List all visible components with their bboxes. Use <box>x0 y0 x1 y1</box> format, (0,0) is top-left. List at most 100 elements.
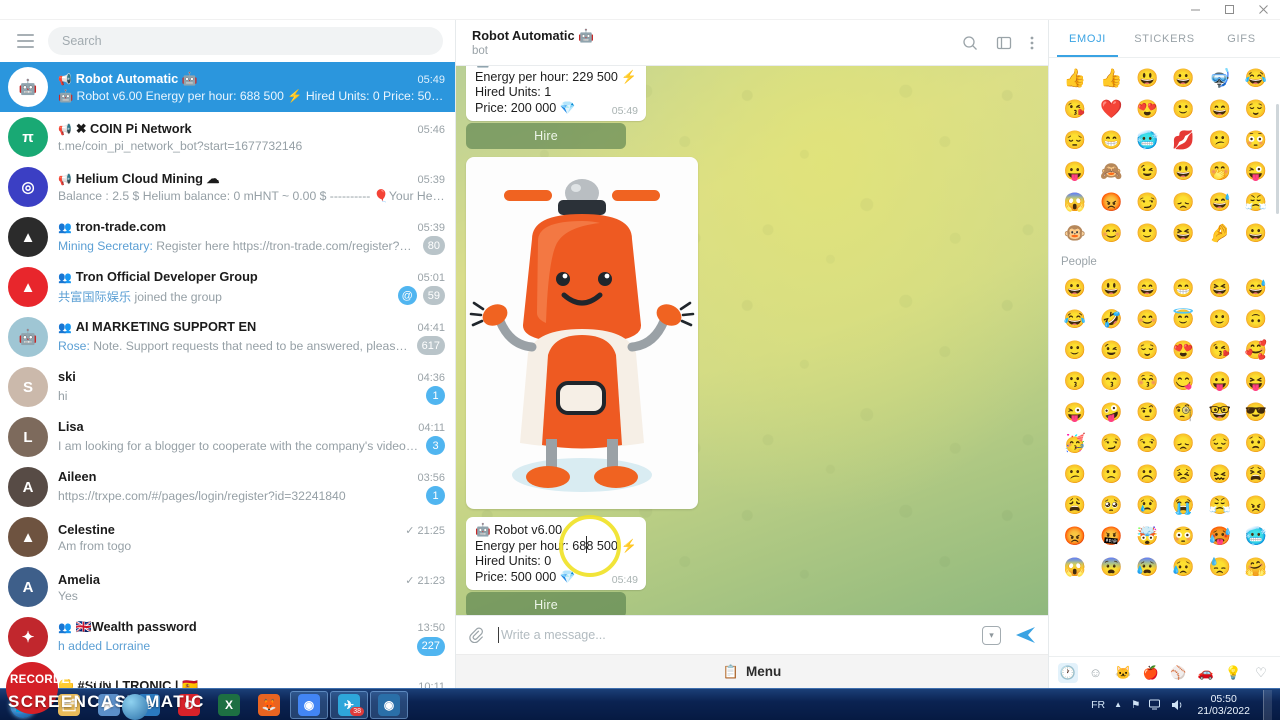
avatar[interactable]: 🤖 <box>8 317 48 357</box>
emoji-cell[interactable]: 🤨 <box>1129 396 1165 427</box>
taskbar-apps[interactable]: 🗂 ▶ e O X 🦊 ◉ ✈ 38 ◉ <box>46 690 408 719</box>
emoji-cell[interactable]: 😨 <box>1093 551 1129 582</box>
emoji-cell[interactable]: 😝 <box>1238 365 1274 396</box>
avatar[interactable]: ✦ <box>8 617 48 657</box>
volume-icon[interactable] <box>1171 699 1184 711</box>
emoji-cell[interactable]: 😌 <box>1129 334 1165 365</box>
show-desktop-button[interactable] <box>1263 689 1272 720</box>
emoji-cell[interactable]: 🥺 <box>1093 489 1129 520</box>
emoji-cell[interactable]: 🤗 <box>1238 551 1274 582</box>
emoji-scroll-area[interactable]: 👍 👍 😃 😀 🤿 😂 😘 ❤️ 😍 🙂 😄 😌 😔 😁 🥶 💋 😕 😳 😛 🙈 😉 😃 🤭 😜 😱 😡 😏 😞 😅 😤 🐵 😊 🙂 😆 🤌 😀 Pe… <box>1049 58 1280 656</box>
chat-list-item[interactable]: ▲ 👥 tron-trade.com 05:39 Mining Secretary: R… <box>0 212 455 262</box>
tray-language[interactable]: FR <box>1091 699 1105 711</box>
emoji-cell[interactable]: 😃 <box>1093 272 1129 303</box>
sports-category-icon[interactable]: ⚾ <box>1168 663 1188 683</box>
emoji-cell[interactable]: 😀 <box>1057 272 1093 303</box>
emoji-cell[interactable]: 😆 <box>1166 217 1202 248</box>
emoji-cell[interactable]: 😎 <box>1238 396 1274 427</box>
emoji-cell[interactable]: 😀 <box>1238 217 1274 248</box>
emoji-cell[interactable]: ❤️ <box>1093 93 1129 124</box>
close-button[interactable] <box>1246 0 1280 20</box>
emoji-cell[interactable]: 😠 <box>1238 489 1274 520</box>
emoji-cell[interactable]: 😓 <box>1202 551 1238 582</box>
message-scroll[interactable]: 🤖 Robot v5.00 Energy per hour: 229 500 ⚡… <box>456 66 1048 615</box>
emoji-cell[interactable]: 😅 <box>1238 272 1274 303</box>
chat-list-item[interactable]: π 📢 ✖ COIN Pi Network 05:46 t.me/coin_pi_net… <box>0 112 455 162</box>
search-input[interactable]: Search <box>48 27 443 55</box>
avatar[interactable]: ▲ <box>8 267 48 307</box>
emoji-panel-tabs[interactable]: EMOJI STICKERS GIFS <box>1049 20 1280 58</box>
emoji-cell[interactable]: 😜 <box>1238 155 1274 186</box>
emoji-cell[interactable]: 😉 <box>1093 334 1129 365</box>
animals-category-icon[interactable]: 🐱 <box>1113 663 1133 683</box>
symbols-category-icon[interactable]: ♡ <box>1251 663 1271 683</box>
emoji-cell[interactable]: 😤 <box>1238 186 1274 217</box>
emoji-cell[interactable]: 😚 <box>1129 365 1165 396</box>
avatar[interactable]: ★ <box>8 667 48 688</box>
emoji-cell[interactable]: 🤪 <box>1093 396 1129 427</box>
hire-button[interactable]: Hire <box>466 123 626 149</box>
chat-list-item[interactable]: ▲ Celestine ✓ 21:25 Am from togo <box>0 512 455 562</box>
emoji-cell[interactable]: 😕 <box>1057 458 1093 489</box>
emoji-cell[interactable]: 😍 <box>1166 334 1202 365</box>
taskbar-recorder[interactable]: ◉ <box>370 690 408 719</box>
emoji-tab-gifs[interactable]: GIFS <box>1203 20 1280 57</box>
emoji-tab-stickers[interactable]: STICKERS <box>1126 20 1203 57</box>
message-input[interactable]: Write a message... <box>498 627 982 643</box>
emoji-cell[interactable]: 😉 <box>1129 155 1165 186</box>
emoji-cell[interactable]: 😞 <box>1166 186 1202 217</box>
emoji-cell[interactable]: 😢 <box>1129 489 1165 520</box>
chat-list-item[interactable]: 🤖 👥 AI MARKETING SUPPORT EN 04:41 Rose: Note… <box>0 312 455 362</box>
taskbar-media-player[interactable]: ▶ <box>90 691 128 719</box>
emoji-cell[interactable]: 🥶 <box>1129 124 1165 155</box>
search-icon[interactable] <box>962 35 978 51</box>
emoji-cell[interactable]: 😟 <box>1238 427 1274 458</box>
emoji-cell[interactable]: 😛 <box>1202 365 1238 396</box>
emoji-cell[interactable]: 🙂 <box>1166 93 1202 124</box>
taskbar-telegram[interactable]: ✈ 38 <box>330 690 368 719</box>
chat-list-item[interactable]: ★ 🟡 #SUN | TRONIC | 🇪🇸 10:11 <box>0 662 455 688</box>
emoji-cell[interactable]: 😋 <box>1166 365 1202 396</box>
emoji-cell[interactable]: 😀 <box>1166 62 1202 93</box>
emoji-cell[interactable]: 😡 <box>1093 186 1129 217</box>
avatar[interactable]: S <box>8 367 48 407</box>
emoji-cell[interactable]: 🐵 <box>1057 217 1093 248</box>
emoji-cell[interactable]: 🙈 <box>1093 155 1129 186</box>
emoji-cell[interactable]: 😍 <box>1129 93 1165 124</box>
avatar[interactable]: π <box>8 117 48 157</box>
emoji-cell[interactable]: 😤 <box>1202 489 1238 520</box>
emoji-cell[interactable]: 😗 <box>1057 365 1093 396</box>
emoji-cell[interactable]: 😁 <box>1093 124 1129 155</box>
emoji-cell[interactable]: 😕 <box>1202 124 1238 155</box>
emoji-cell[interactable]: 🥵 <box>1202 520 1238 551</box>
emoji-cell[interactable]: 😘 <box>1057 93 1093 124</box>
taskbar-firefox[interactable]: 🦊 <box>250 691 288 719</box>
chat-list-item[interactable]: ▲ 👥 Tron Official Developer Group 05:01 共富国际… <box>0 262 455 312</box>
more-options-icon[interactable] <box>1030 35 1034 51</box>
emoji-cell[interactable]: 😏 <box>1093 427 1129 458</box>
emoji-cell[interactable]: 😃 <box>1166 155 1202 186</box>
emoji-cell[interactable]: 😰 <box>1129 551 1165 582</box>
emoji-cell[interactable]: 👍 <box>1057 62 1093 93</box>
emoji-cell[interactable]: 😒 <box>1129 427 1165 458</box>
emoji-toggle-icon[interactable]: ▾ <box>982 625 1001 645</box>
avatar[interactable]: L <box>8 417 48 457</box>
hire-button[interactable]: Hire <box>466 592 626 615</box>
send-icon[interactable] <box>1015 626 1036 644</box>
emoji-cell[interactable]: 🤯 <box>1129 520 1165 551</box>
emoji-cell[interactable]: 🙂 <box>1129 217 1165 248</box>
emoji-cell[interactable]: 🙃 <box>1238 303 1274 334</box>
emoji-cell[interactable]: 😩 <box>1057 489 1093 520</box>
chat-list-item[interactable]: ◎ 📢 Helium Cloud Mining ☁ 05:39 Balance : 2.… <box>0 162 455 212</box>
travel-category-icon[interactable]: 🚗 <box>1196 663 1216 683</box>
emoji-cell[interactable]: 😄 <box>1129 272 1165 303</box>
emoji-cell[interactable]: 🙂 <box>1202 303 1238 334</box>
chat-list-item[interactable]: Sski 04:36 hi 1 <box>0 362 455 412</box>
emoji-cell[interactable]: 😖 <box>1202 458 1238 489</box>
emoji-cell[interactable]: 😙 <box>1093 365 1129 396</box>
emoji-cell[interactable]: 🤬 <box>1093 520 1129 551</box>
taskbar-excel[interactable]: X <box>210 691 248 719</box>
emoji-cell[interactable]: 😥 <box>1166 551 1202 582</box>
taskbar-opera[interactable]: O <box>170 691 208 719</box>
network-icon[interactable] <box>1149 699 1162 710</box>
